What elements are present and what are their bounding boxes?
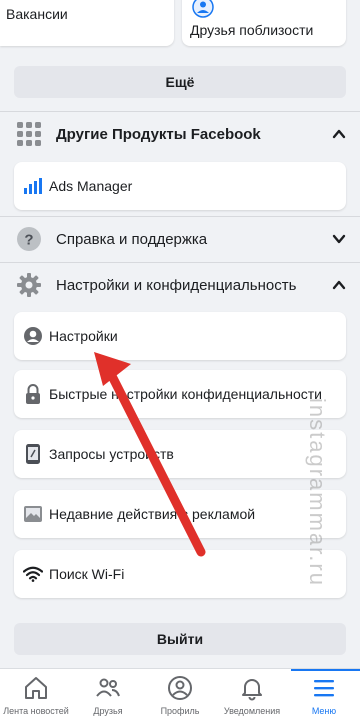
chevron-up-icon [332, 127, 346, 141]
jobs-label: Вакансии [6, 6, 68, 22]
gear-icon [16, 272, 42, 298]
chevron-down-icon [332, 232, 346, 246]
tab-menu[interactable]: Меню [288, 669, 360, 722]
svg-text:?: ? [24, 232, 33, 249]
list-item-label: Запросы устройств [49, 446, 174, 462]
tab-label: Профиль [160, 706, 200, 716]
ads-manager-icon [23, 175, 43, 197]
lock-icon [23, 383, 43, 405]
more-button[interactable]: Ещё [14, 66, 346, 98]
section-settings-privacy[interactable]: Настройки и конфиденциальность [0, 263, 360, 307]
wifi-icon [23, 563, 43, 585]
nearby-friends-icon [192, 0, 214, 18]
tab-friends[interactable]: Друзья [72, 669, 144, 722]
tab-label: Уведомления [223, 706, 281, 716]
jobs-card[interactable]: Вакансии [0, 0, 174, 46]
list-item-label: Ads Manager [49, 178, 133, 194]
device-icon [23, 443, 43, 465]
list-item-find-wifi[interactable]: Поиск Wi-Fi [14, 550, 346, 598]
watermark: instagrammar.ru [305, 398, 330, 587]
list-item-recent-ad-activity[interactable]: Недавние действия с рекламой [14, 490, 346, 538]
list-item-label: Быстрые настройки конфиденциальности [49, 386, 323, 402]
annotation-arrow [94, 352, 206, 557]
profile-icon [167, 675, 193, 701]
nearby-friends-card[interactable]: Друзья поблизости [182, 0, 346, 46]
section-title: Справка и поддержка [56, 230, 208, 248]
list-item-device-requests[interactable]: Запросы устройств [14, 430, 346, 478]
bell-icon [239, 675, 265, 701]
chevron-up-icon [332, 278, 346, 292]
tab-label: Друзья [93, 706, 123, 716]
list-item-label: Поиск Wi-Fi [49, 566, 125, 582]
logout-button[interactable]: Выйти [14, 623, 346, 655]
home-icon [23, 675, 49, 701]
list-item-label: Настройки [49, 328, 118, 344]
section-other-products[interactable]: Другие Продукты Facebook [0, 112, 360, 156]
menu-icon [311, 675, 337, 701]
nearby-friends-label: Друзья поблизости [190, 22, 314, 38]
list-item-label: Недавние действия с рекламой [49, 506, 256, 522]
grid-icon [16, 121, 42, 147]
tab-label: Лента новостей [3, 706, 69, 716]
help-icon: ? [16, 226, 42, 252]
tab-news-feed[interactable]: Лента новостей [0, 669, 72, 722]
friends-icon [95, 675, 121, 701]
tab-label: Меню [311, 706, 337, 716]
list-item-ads-manager[interactable]: Ads Manager [14, 162, 346, 210]
tab-profile[interactable]: Профиль [144, 669, 216, 722]
bottom-tab-bar: Лента новостей Друзья Профиль Уведомлени… [0, 668, 360, 722]
list-item-settings[interactable]: Настройки [14, 312, 346, 360]
section-title: Настройки и конфиденциальность [56, 276, 297, 294]
list-item-privacy-shortcuts[interactable]: Быстрые настройки конфиденциальности [14, 370, 346, 418]
section-help[interactable]: ? Справка и поддержка [0, 217, 360, 261]
ad-activity-icon [23, 503, 43, 525]
section-title: Другие Продукты Facebook [56, 125, 261, 143]
profile-settings-icon [23, 325, 43, 347]
tab-notifications[interactable]: Уведомления [216, 669, 288, 722]
